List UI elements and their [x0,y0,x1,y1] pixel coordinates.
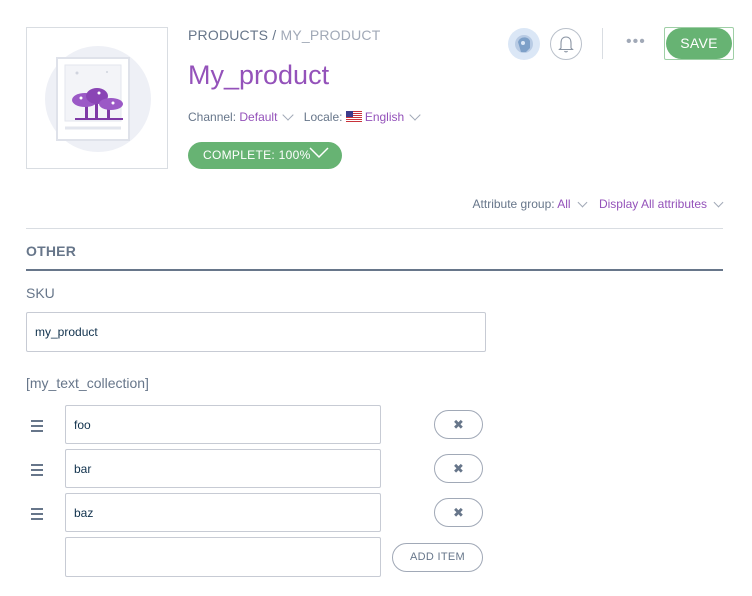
locale-dropdown[interactable]: English [365,110,404,124]
filters-divider [26,228,723,229]
placeholder-image-icon [56,57,130,141]
attribute-group-dropdown[interactable]: All [557,197,570,211]
remove-item-button[interactable]: ✖ [434,410,483,439]
breadcrumb: PRODUCTS / MY_PRODUCT [188,27,380,43]
close-icon: ✖ [453,461,464,476]
context-switcher: Channel: Default Locale: English [188,109,427,124]
channel-label: Channel: [188,110,237,124]
remove-item-button[interactable]: ✖ [434,498,483,527]
close-icon: ✖ [453,505,464,520]
save-button[interactable]: SAVE [666,28,732,59]
breadcrumb-current: MY_PRODUCT [280,27,381,43]
header-divider [602,28,603,59]
user-avatar[interactable] [508,28,540,60]
new-item-input[interactable] [65,537,381,577]
product-thumbnail[interactable] [26,27,168,169]
collection-item-input[interactable] [65,405,381,444]
drag-handle-icon[interactable] [31,464,43,479]
display-attributes-dropdown[interactable]: Display All attributes [599,197,707,211]
add-item-button[interactable]: ADD ITEM [392,543,483,572]
us-flag-icon [345,111,362,122]
bell-icon [558,36,574,53]
completeness-label: COMPLETE: 100% [203,148,311,162]
completeness-badge[interactable]: COMPLETE: 100% [188,142,342,169]
section-title: OTHER [26,243,76,259]
section-divider [26,269,723,271]
collection-label: [my_text_collection] [26,375,149,391]
sku-input[interactable] [26,312,486,352]
locale-label: Locale: [303,110,343,124]
attribute-filters: Attribute group: All Display All attribu… [472,197,724,211]
close-icon: ✖ [453,417,464,432]
chevron-down-icon [309,147,329,159]
collection-item-input[interactable] [65,449,381,488]
notifications-button[interactable] [550,28,582,60]
breadcrumb-products-link[interactable]: PRODUCTS [188,27,268,43]
locale-chevron-down-icon[interactable] [409,109,421,121]
remove-item-button[interactable]: ✖ [434,454,483,483]
drag-handle-icon[interactable] [31,508,43,523]
page-title: My_product [188,60,330,90]
display-attributes-chevron-down-icon[interactable] [713,197,724,208]
sku-label: SKU [26,285,55,301]
channel-chevron-down-icon[interactable] [282,109,295,121]
attribute-group-label: Attribute group: [472,197,555,211]
channel-dropdown[interactable]: Default [239,110,277,124]
collection-item-input[interactable] [65,493,381,532]
attribute-group-chevron-down-icon[interactable] [577,197,588,208]
breadcrumb-separator: / [272,27,277,43]
more-actions-button[interactable]: ••• [626,33,646,51]
avatar-icon [515,35,533,53]
drag-handle-icon[interactable] [31,420,43,435]
